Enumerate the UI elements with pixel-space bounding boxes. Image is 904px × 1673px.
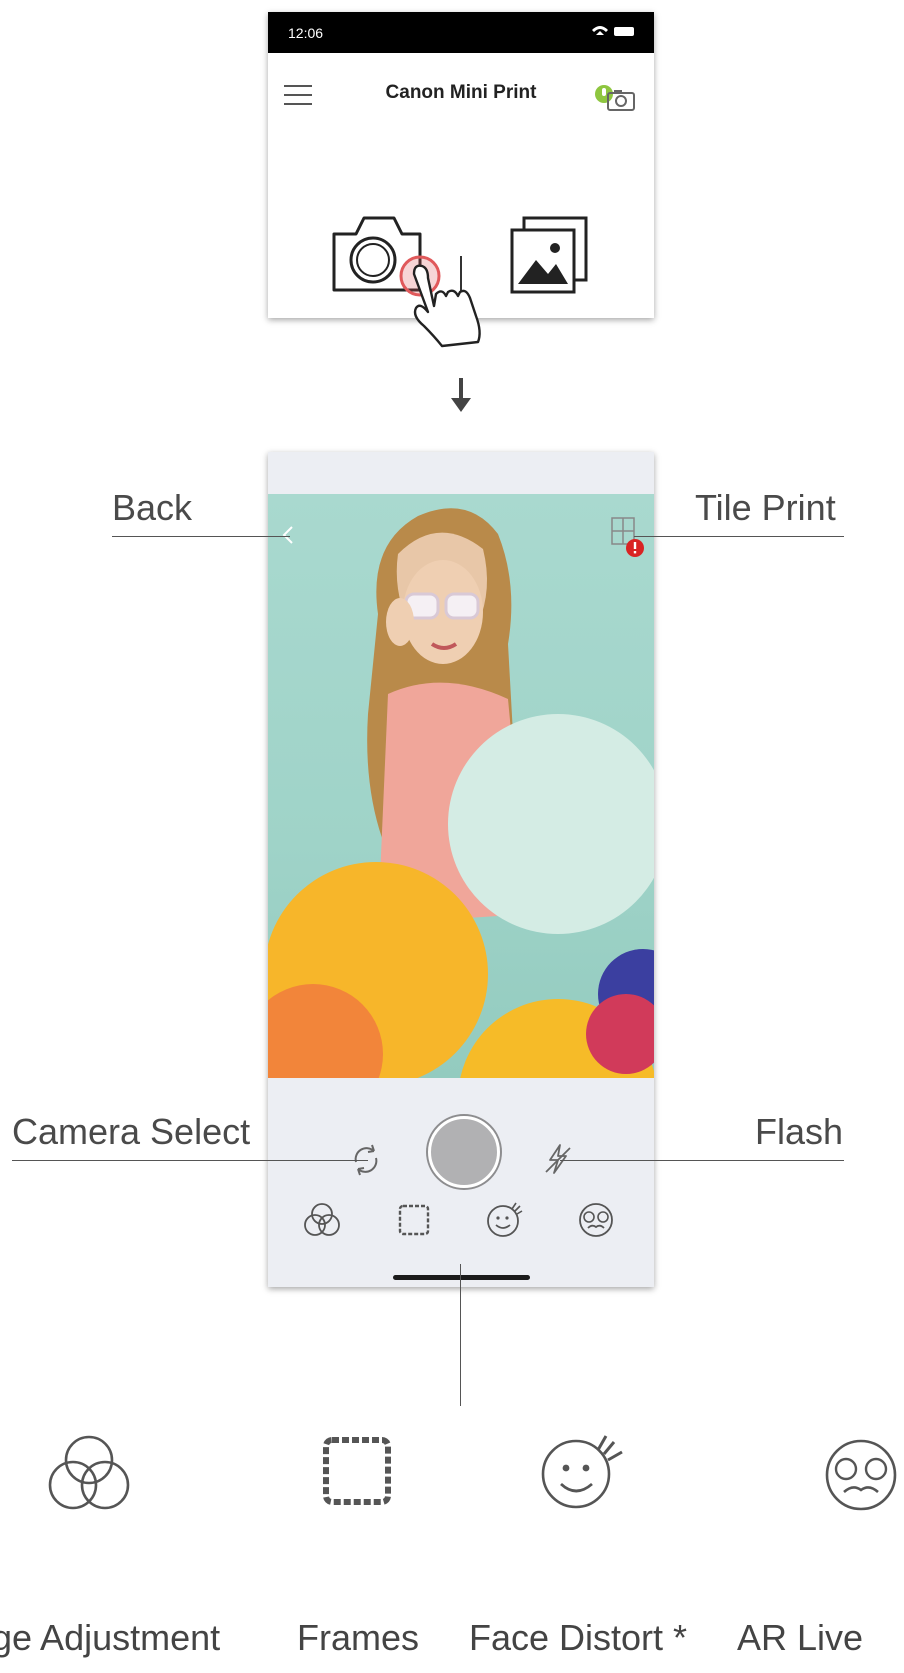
camera-screen	[268, 452, 654, 1287]
status-bar: 12:06	[268, 12, 654, 53]
face-distort-icon[interactable]	[484, 1200, 524, 1245]
callout-back: Back	[112, 487, 193, 528]
label-frames: Frames	[297, 1617, 420, 1658]
tap-hand-icon	[398, 254, 498, 355]
callout-tile-print-line	[634, 536, 844, 537]
frames-legend-icon	[320, 1434, 394, 1513]
down-arrow-icon	[449, 378, 473, 419]
battery-wifi-icon	[588, 23, 638, 42]
home-indicator	[393, 1275, 530, 1280]
image-adjustment-legend-icon	[46, 1432, 132, 1519]
tile-print-icon[interactable]	[608, 516, 648, 563]
printer-connected-icon[interactable]	[594, 82, 638, 114]
callout-back-line	[112, 536, 290, 537]
label-face-distort: Face Distort *	[469, 1617, 688, 1658]
toolbar-callout-line	[460, 1264, 461, 1406]
image-adjustment-icon[interactable]	[302, 1200, 342, 1245]
camera-preview	[268, 494, 654, 1078]
callout-flash-line	[560, 1160, 844, 1161]
callout-camera-select: Camera Select	[12, 1111, 251, 1152]
callout-tile-print: Tile Print	[695, 487, 836, 528]
callout-camera-select-line	[12, 1160, 368, 1161]
label-image-adjustment: ge Adjustment	[0, 1617, 221, 1658]
label-ar-live: AR Live	[737, 1617, 864, 1658]
ar-live-legend-icon	[818, 1434, 904, 1521]
gallery-icon[interactable]	[508, 214, 590, 299]
ar-live-icon[interactable]	[576, 1200, 616, 1245]
status-time: 12:06	[288, 25, 324, 41]
flash-icon[interactable]	[542, 1142, 574, 1181]
frames-icon[interactable]	[396, 1202, 432, 1243]
camera-select-icon[interactable]	[348, 1142, 384, 1183]
callout-flash: Flash	[755, 1111, 844, 1152]
face-distort-legend-icon	[536, 1428, 626, 1519]
shutter-button[interactable]	[428, 1116, 500, 1188]
back-icon[interactable]	[278, 524, 298, 551]
